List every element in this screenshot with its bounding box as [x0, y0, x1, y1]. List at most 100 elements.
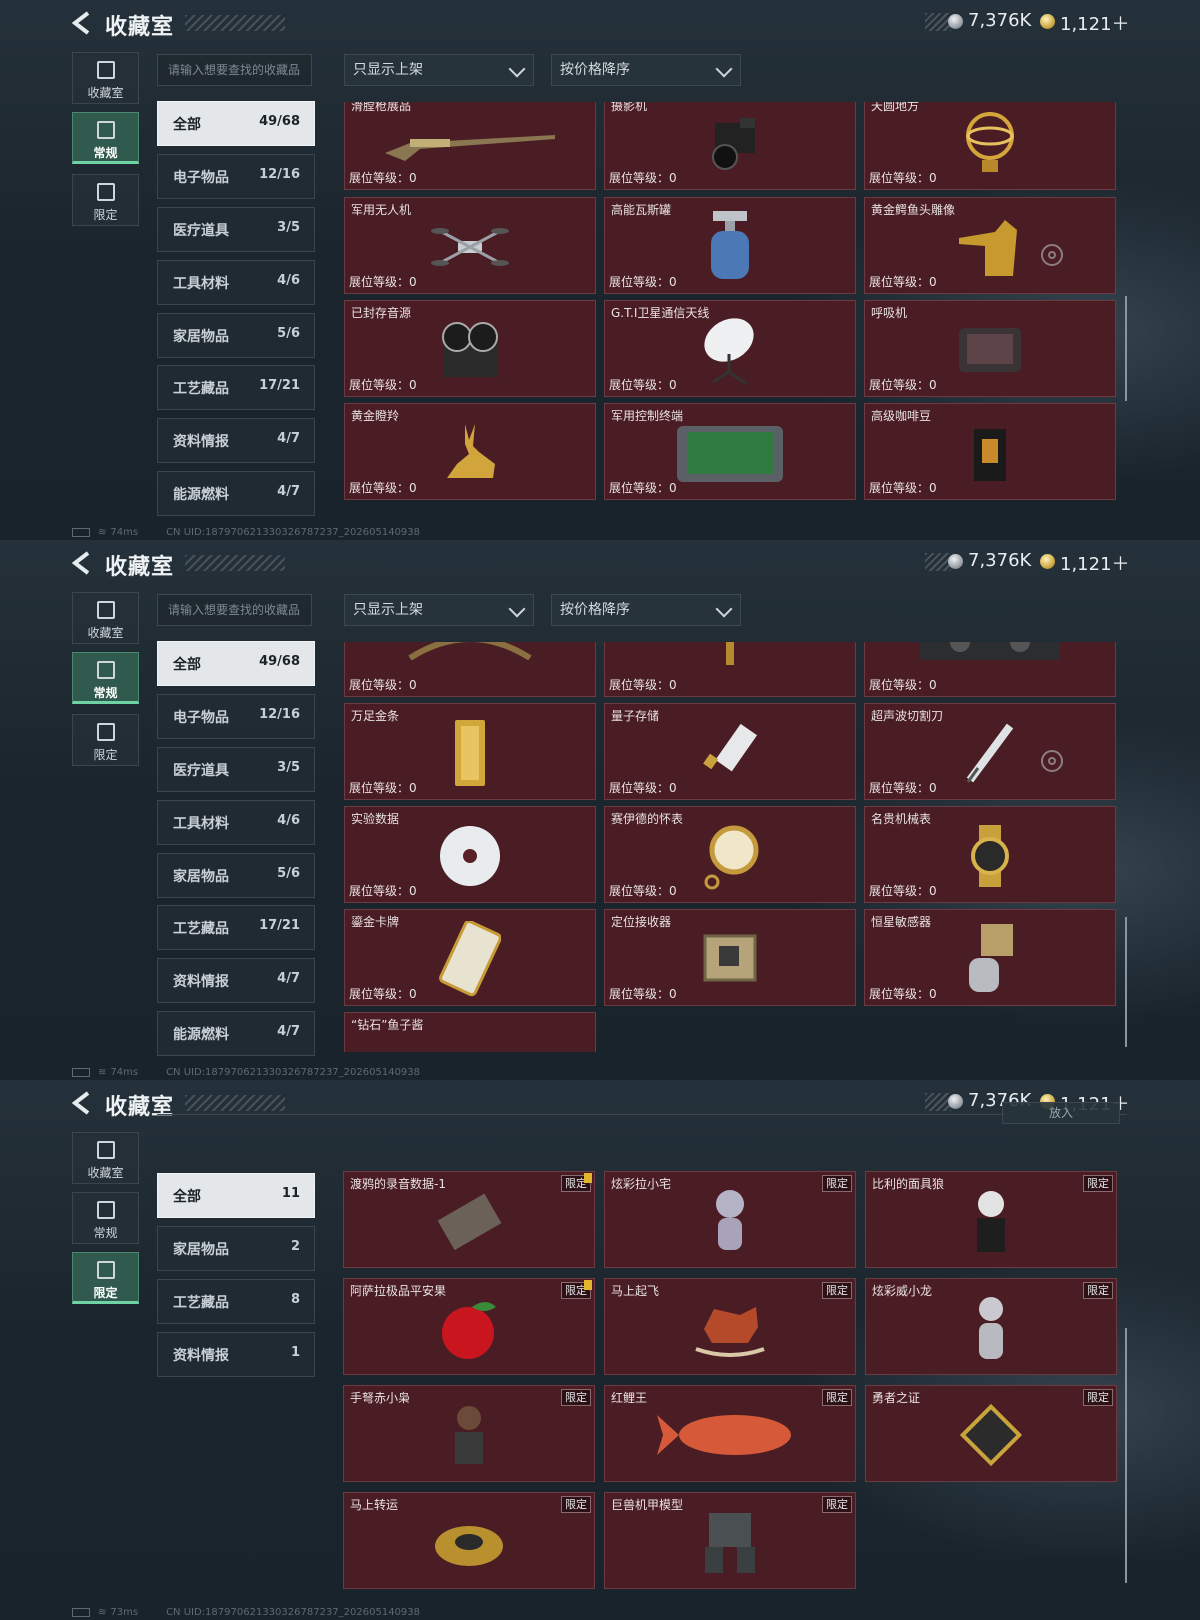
- category-intel[interactable]: 资料情报 4/7: [157, 418, 315, 463]
- category-electronics[interactable]: 电子物品 12/16: [157, 154, 315, 199]
- category-energy[interactable]: 能源燃料 4/7: [157, 1011, 315, 1056]
- camera-image: [712, 118, 755, 171]
- title-decoration: [185, 555, 285, 571]
- item-card[interactable]: 赛伊德的怀表 展位等级：0: [604, 806, 856, 903]
- nav-regular[interactable]: 常规: [72, 1192, 139, 1244]
- item-grid: 展位等级：0 展位等级：0 展位等级：0 万足金条 展位等级：0 量子存储 展位…: [340, 642, 1126, 1052]
- back-arrow-icon[interactable]: [70, 1090, 94, 1116]
- item-card[interactable]: 马上转运 限定: [343, 1492, 595, 1589]
- back-arrow-icon[interactable]: [70, 550, 94, 576]
- item-grid: 渡鸦的录音数据-1 限定 炫彩拉小宅 限定 比利的面具狼 限定 阿萨拉极品平安果…: [340, 1168, 1126, 1608]
- item-card[interactable]: 炫彩威小龙 限定: [865, 1278, 1117, 1375]
- category-electronics[interactable]: 电子物品 12/16: [157, 694, 315, 739]
- item-card[interactable]: 勇者之证 限定: [865, 1385, 1117, 1482]
- gold-balance[interactable]: 1,121＋: [1060, 550, 1130, 576]
- item-card[interactable]: 呼吸机 展位等级：0: [864, 300, 1116, 397]
- sort-dropdown[interactable]: 按价格降序: [551, 594, 741, 626]
- battery-icon: [72, 1067, 90, 1077]
- item-card[interactable]: 军用无人机 展位等级：0: [344, 197, 596, 294]
- item-card[interactable]: 摄影机 展位等级：0: [604, 102, 856, 190]
- item-card[interactable]: 军用控制终端 展位等级：0: [604, 403, 856, 500]
- nav-regular[interactable]: 常规: [72, 112, 139, 164]
- limited-badge: 限定: [561, 1496, 591, 1513]
- chevron-down-icon: [508, 60, 526, 78]
- sort-dropdown[interactable]: 按价格降序: [551, 54, 741, 86]
- category-all[interactable]: 全部 49/68: [157, 101, 315, 146]
- item-card[interactable]: 手弩赤小枭 限定: [343, 1385, 595, 1482]
- gilded-card-image: [439, 921, 501, 997]
- item-card[interactable]: 展位等级：0: [604, 642, 856, 697]
- nav-limited[interactable]: 限定: [72, 714, 139, 766]
- scrollbar[interactable]: [1125, 917, 1127, 1047]
- item-card[interactable]: 展位等级：0: [344, 642, 596, 697]
- category-tools[interactable]: 工具材料 4/6: [157, 260, 315, 305]
- filter-dropdown[interactable]: 只显示上架: [344, 54, 534, 86]
- category-medical[interactable]: 医疗道具 3/5: [157, 747, 315, 792]
- status-footer: ≋ 74ms CN UID:1879706213303267872​37_20260…: [72, 527, 420, 538]
- item-card[interactable]: 实验数据 展位等级：0: [344, 806, 596, 903]
- item-card[interactable]: 渡鸦的录音数据-1 限定: [343, 1171, 595, 1268]
- item-card[interactable]: 黄金鳄鱼头雕像 展位等级：0: [864, 197, 1116, 294]
- item-card[interactable]: 马上起飞 限定: [604, 1278, 856, 1375]
- search-input[interactable]: 请输入想要查找的收藏品: [157, 54, 312, 86]
- chevron-down-icon: [715, 600, 733, 618]
- nav-limited[interactable]: 限定: [72, 174, 139, 226]
- category-all[interactable]: 全部 49/68: [157, 641, 315, 686]
- turntable-charm-image: [435, 1526, 503, 1567]
- nav-collection-room[interactable]: 收藏室: [72, 1132, 139, 1184]
- filter-dropdown[interactable]: 只显示上架: [344, 594, 534, 626]
- nav-regular[interactable]: 常规: [72, 652, 139, 704]
- item-card[interactable]: 高能瓦斯罐 展位等级：0: [604, 197, 856, 294]
- gold-balance[interactable]: 1,121＋: [1060, 10, 1130, 36]
- category-intel[interactable]: 资料情报 4/7: [157, 958, 315, 1003]
- category-energy[interactable]: 能源燃料 4/7: [157, 471, 315, 516]
- nav-limited[interactable]: 限定: [72, 1252, 139, 1304]
- category-crafts[interactable]: 工艺藏品 17/21: [157, 365, 315, 410]
- category-crafts[interactable]: 工艺藏品 17/21: [157, 905, 315, 950]
- category-home[interactable]: 家居物品 5/6: [157, 313, 315, 358]
- category-all[interactable]: 全部 11: [157, 1173, 315, 1218]
- item-card[interactable]: 阿萨拉极品平安果 限定: [343, 1278, 595, 1375]
- item-card[interactable]: 量子存储 展位等级：0: [604, 703, 856, 800]
- item-card[interactable]: 超声波切割刀 展位等级：0: [864, 703, 1116, 800]
- limited-badge: 限定: [822, 1282, 852, 1299]
- item-card[interactable]: 恒星敏感器 展位等级：0: [864, 909, 1116, 1006]
- category-home[interactable]: 家居物品 5/6: [157, 853, 315, 898]
- category-intel[interactable]: 资料情报 1: [157, 1332, 315, 1377]
- item-card[interactable]: 滑膛枪展品 展位等级：0: [344, 102, 596, 190]
- nav-collection-room[interactable]: 收藏室: [72, 52, 139, 104]
- category-home[interactable]: 家居物品 2: [157, 1226, 315, 1271]
- nav-collection-room[interactable]: 收藏室: [72, 592, 139, 644]
- item-card[interactable]: 天圆地方 展位等级：0: [864, 102, 1116, 190]
- item-card[interactable]: 高级咖啡豆 展位等级：0: [864, 403, 1116, 500]
- scrollbar[interactable]: [1125, 1328, 1127, 1583]
- back-arrow-icon[interactable]: [70, 10, 94, 36]
- item-card[interactable]: 已封存音源 展位等级：0: [344, 300, 596, 397]
- figurine-image: [716, 1190, 744, 1251]
- crossbow-figure-image: [455, 1406, 483, 1465]
- item-card[interactable]: 名贵机械表 展位等级：0: [864, 806, 1116, 903]
- scrollbar[interactable]: [1125, 296, 1127, 401]
- trophy-icon: [97, 601, 115, 619]
- search-input[interactable]: 请输入想要查找的收藏品: [157, 594, 312, 626]
- item-card[interactable]: 红鲤王 限定: [604, 1385, 856, 1482]
- category-tools[interactable]: 工具材料 4/6: [157, 800, 315, 845]
- item-card[interactable]: 定位接收器 展位等级：0: [604, 909, 856, 1006]
- item-card[interactable]: 巨兽机甲模型 限定: [604, 1492, 856, 1589]
- item-card[interactable]: 炫彩拉小宅 限定: [604, 1171, 856, 1268]
- item-card[interactable]: “钻石”鱼子酱: [344, 1012, 596, 1052]
- collection-panel-regular-1: 收藏室 7,376K 1,121＋ 收藏室 常规 限定 请输入想要查找的收藏品 …: [0, 0, 1200, 540]
- military-terminal-image: [677, 426, 783, 483]
- gold-bar-image: [455, 720, 485, 787]
- category-medical[interactable]: 医疗道具 3/5: [157, 207, 315, 252]
- usb-drive-image: [703, 724, 758, 772]
- item-card[interactable]: 黄金瞪羚 展位等级：0: [344, 403, 596, 500]
- receiver-image: [703, 934, 757, 982]
- item-card[interactable]: 比利的面具狼 限定: [865, 1171, 1117, 1268]
- item-card[interactable]: G.T.I卫星通信天线 展位等级：0: [604, 300, 856, 397]
- item-card[interactable]: 鎏金卡牌 展位等级：0: [344, 909, 596, 1006]
- item-card[interactable]: 万足金条 展位等级：0: [344, 703, 596, 800]
- place-button[interactable]: 放入: [1002, 1102, 1120, 1124]
- category-crafts[interactable]: 工艺藏品 8: [157, 1279, 315, 1324]
- item-card[interactable]: 展位等级：0: [864, 642, 1116, 697]
